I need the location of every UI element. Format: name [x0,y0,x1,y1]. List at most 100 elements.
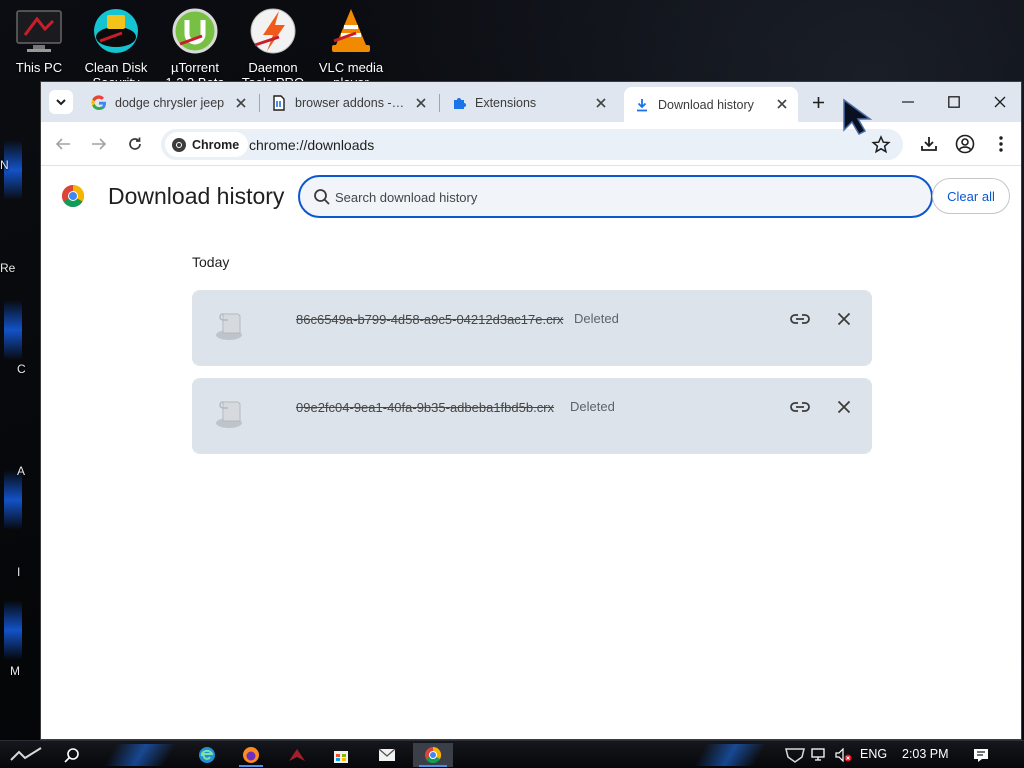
desktop-icon-this-pc[interactable]: This PC [0,6,78,75]
tab-title: dodge chrysler jeep [115,96,225,110]
wallpaper-stripe [4,600,22,660]
desktop-icon-vlc[interactable]: VLC media player [312,6,390,84]
maximize-button[interactable] [931,88,977,116]
bookmark-star-icon[interactable] [871,135,891,155]
taskbar-edge[interactable] [189,743,225,767]
start-logo-icon [10,747,42,761]
taskbar-game-app[interactable] [279,743,315,767]
tab-google-search[interactable]: dodge chrysler jeep [87,88,257,118]
download-status: Deleted [574,311,619,326]
address-bar[interactable]: Chrome chrome://downloads [161,129,903,160]
close-window-button[interactable] [977,88,1021,116]
system-clock[interactable]: 2:03 PM [902,747,949,761]
search-input[interactable] [335,187,895,207]
close-icon [994,96,1006,108]
tab-download-history[interactable]: Download history [624,87,798,122]
taskbar-store[interactable] [323,743,359,767]
close-tab-icon[interactable] [413,95,429,111]
chevron-down-icon [56,99,66,106]
downloads-toolbar-button[interactable] [917,132,941,156]
taskbar-search-button[interactable] [54,743,90,767]
forward-arrow-icon [92,138,107,150]
desktop-icon-label: VLC media [318,60,384,75]
desktop-icon-daemon-tools[interactable]: Daemon Tools PRO [234,6,312,84]
store-icon [334,751,348,763]
tab-browser-addons[interactable]: browser addons - Ho [267,88,437,118]
download-filename[interactable]: 86c6549a-b799-4d58-a9c5-04212d3ac17e.crx [296,312,563,327]
shield-icon [785,748,805,763]
mail-icon [378,748,396,761]
close-tab-icon[interactable] [774,96,790,112]
desktop-icon-label: This PC [15,60,63,75]
minimize-button[interactable] [885,88,931,116]
chrome-icon [172,137,186,152]
download-icon [634,97,650,113]
tray-rog-armoury[interactable] [778,743,812,767]
edge-icon [199,747,215,763]
vlc-icon [326,6,376,56]
site-info-chip[interactable]: Chrome [165,132,249,157]
computer-icon [14,6,64,56]
downloads-page: Download history Clear all Today 86c6549… [41,166,1021,739]
search-download-history-field[interactable] [298,175,933,218]
file-icon [216,401,242,428]
tab-search-button[interactable] [49,90,73,114]
utorrent-icon [170,6,220,56]
mouse-pointer-icon [843,98,873,135]
taskbar-chrome[interactable] [413,743,453,767]
search-icon [314,189,330,205]
daemon-tools-icon [248,6,298,56]
file-icon [216,313,242,340]
reload-button[interactable] [123,132,147,156]
new-tab-button[interactable] [807,91,829,113]
taskbar-mail[interactable] [369,743,405,767]
tab-separator [439,94,440,112]
tray-network[interactable] [808,743,830,767]
puzzle-icon [451,95,467,111]
desktop-icon-utorrent[interactable]: µTorrent 1.2.3 Beta [156,6,234,84]
wallpaper-stripe [4,300,22,360]
back-button[interactable] [51,132,75,156]
forward-button[interactable] [87,132,111,156]
action-center-button[interactable] [966,743,996,767]
site-chip-label: Chrome [192,137,240,152]
wallpaper-stripe [4,470,22,530]
tab-title: Extensions [475,96,537,110]
input-language-indicator[interactable]: ENG [860,747,887,761]
network-icon [811,748,825,761]
plus-icon [812,96,824,108]
start-button[interactable] [6,743,46,767]
copy-download-link-button[interactable] [788,395,812,419]
rog-icon [289,749,305,761]
volume-muted-icon [835,748,852,762]
copy-download-link-button[interactable] [788,307,812,331]
tab-extensions[interactable]: Extensions [447,88,617,118]
close-icon [837,400,851,414]
desktop-label-fragment: N [0,158,9,172]
desktop-icon-label: µTorrent [171,60,219,75]
close-tab-icon[interactable] [233,95,249,111]
date-section-header: Today [192,254,230,270]
google-icon [91,95,107,111]
tray-volume[interactable] [832,743,856,767]
remove-from-list-button[interactable] [832,395,856,419]
tab-title: browser addons - Ho [295,96,407,110]
page-title: Download history [108,183,285,209]
tab-title: Download history [658,97,754,112]
close-tab-icon[interactable] [593,95,609,111]
desktop-icon-label: Clean Disk [84,60,148,75]
maximize-icon [948,96,960,108]
remove-from-list-button[interactable] [832,307,856,331]
chrome-menu-button[interactable] [989,132,1013,156]
chrome-logo-icon [62,185,84,207]
download-filename[interactable]: 09e2fc04-9ea1-40fa-9b35-adbeba1fbd5b.crx [296,400,554,415]
clear-all-button[interactable]: Clear all [932,178,1010,214]
link-icon [790,402,810,412]
desktop-icon-clean-disk-security[interactable]: Clean Disk Security [77,6,155,84]
taskbar-firefox[interactable] [233,743,269,767]
download-icon [921,137,937,151]
reload-icon [129,137,141,150]
desktop-icon-label: Daemon [248,60,298,75]
link-icon [790,314,810,324]
profile-button[interactable] [953,132,977,156]
